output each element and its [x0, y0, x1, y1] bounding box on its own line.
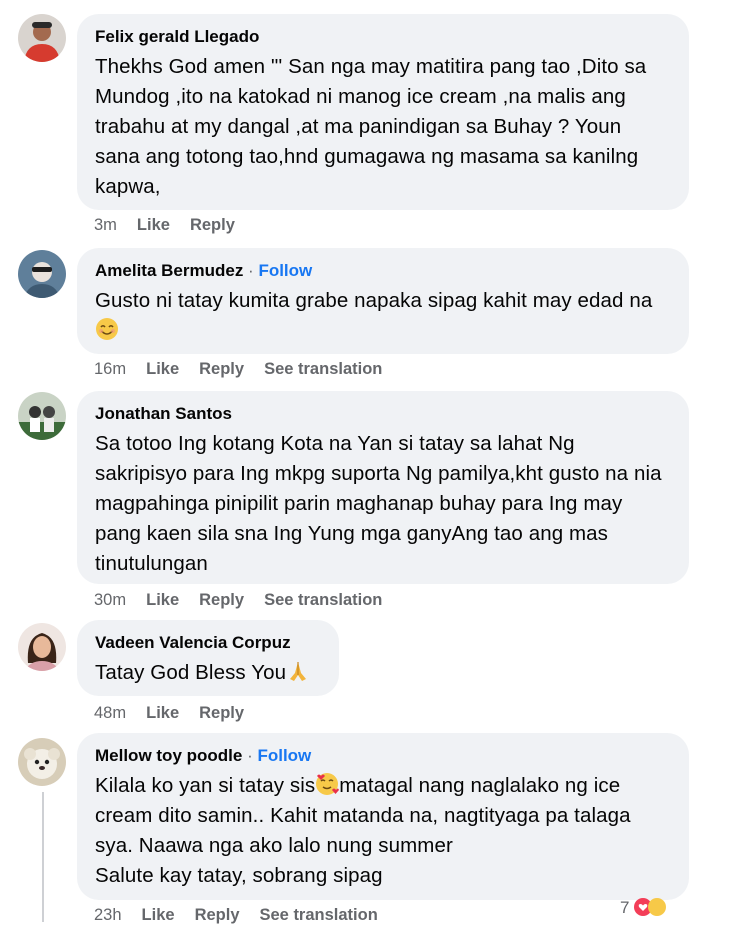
see-translation-button[interactable]: See translation	[264, 360, 382, 379]
comment-actions: 48m Like Reply	[94, 704, 264, 723]
praying-hands-emoji-icon	[290, 662, 307, 681]
reply-button[interactable]: Reply	[195, 906, 240, 925]
comment-text: Sa totoo Ing kotang Kota na Yan si tatay…	[95, 432, 662, 575]
comment-time[interactable]: 23h	[94, 906, 122, 925]
avatar[interactable]	[18, 14, 66, 62]
comment-actions: 3m Like Reply	[94, 216, 255, 235]
like-button[interactable]: Like	[142, 906, 175, 925]
comment-time[interactable]: 3m	[94, 216, 117, 235]
like-button[interactable]: Like	[137, 216, 170, 235]
avatar[interactable]	[18, 392, 66, 440]
comment-bubble: Felix gerald Llegado Thekhs God amen "' …	[77, 14, 689, 210]
comment-author[interactable]: Felix gerald Llegado	[95, 26, 669, 48]
comment-time[interactable]: 16m	[94, 360, 126, 379]
follow-button[interactable]: Follow	[258, 261, 312, 280]
comment-author[interactable]: Jonathan Santos	[95, 403, 669, 425]
like-button[interactable]: Like	[146, 704, 179, 723]
separator-dot: ·	[243, 261, 259, 280]
thread-line	[42, 792, 44, 922]
see-translation-button[interactable]: See translation	[264, 591, 382, 610]
haha-reaction-icon	[648, 898, 667, 916]
reply-button[interactable]: Reply	[199, 704, 244, 723]
reply-button[interactable]: Reply	[199, 591, 244, 610]
reply-button[interactable]: Reply	[190, 216, 235, 235]
reply-button[interactable]: Reply	[199, 360, 244, 379]
heart-face-emoji-icon	[316, 773, 340, 795]
comment-bubble: Amelita Bermudez · Follow Gusto ni tatay…	[77, 248, 689, 354]
comment-actions: 23h Like Reply See translation	[94, 906, 398, 925]
follow-button[interactable]: Follow	[257, 746, 311, 765]
separator-dot: ·	[242, 746, 258, 765]
comment-text: Tatay God Bless You	[95, 658, 319, 688]
comment-text-last: Salute kay tatay, sobrang sipag	[95, 864, 383, 887]
comment-author[interactable]: Amelita Bermudez	[95, 261, 243, 280]
comment-text-line1: Kilala ko yan si tatay sis	[95, 774, 316, 797]
comment-author[interactable]: Mellow toy poodle	[95, 746, 242, 765]
comment-author[interactable]: Vadeen Valencia Corpuz	[95, 632, 319, 654]
avatar[interactable]	[18, 738, 66, 786]
comment-actions: 30m Like Reply See translation	[94, 591, 402, 610]
comment-bubble: Mellow toy poodle · Follow Kilala ko yan…	[77, 733, 689, 900]
comment-bubble: Vadeen Valencia Corpuz Tatay God Bless Y…	[77, 620, 339, 696]
comment-text: Kilala ko yan si tatay sis matagal nang n…	[95, 771, 669, 891]
comment-text: Thekhs God amen "' San nga may matitira …	[95, 55, 647, 198]
comment-author-row: Amelita Bermudez · Follow	[95, 260, 669, 282]
reaction-summary[interactable]: 7	[620, 898, 667, 918]
reaction-count: 7	[620, 898, 630, 917]
like-button[interactable]: Like	[146, 360, 179, 379]
comment-time[interactable]: 30m	[94, 591, 126, 610]
comment-bubble: Jonathan Santos Sa totoo Ing kotang Kota…	[77, 391, 689, 584]
comment-text-body: Gusto ni tatay kumita grabe napaka sipag…	[95, 289, 653, 312]
comment-time[interactable]: 48m	[94, 704, 126, 723]
comment-author-row: Mellow toy poodle · Follow	[95, 745, 669, 767]
comment-actions: 16m Like Reply See translation	[94, 360, 402, 379]
see-translation-button[interactable]: See translation	[260, 906, 378, 925]
like-button[interactable]: Like	[146, 591, 179, 610]
smile-emoji-icon	[96, 318, 118, 340]
avatar[interactable]	[18, 623, 66, 671]
comment-text-body: Tatay God Bless You	[95, 661, 287, 684]
avatar[interactable]	[18, 250, 66, 298]
comment-text: Gusto ni tatay kumita grabe napaka sipag…	[95, 286, 669, 346]
